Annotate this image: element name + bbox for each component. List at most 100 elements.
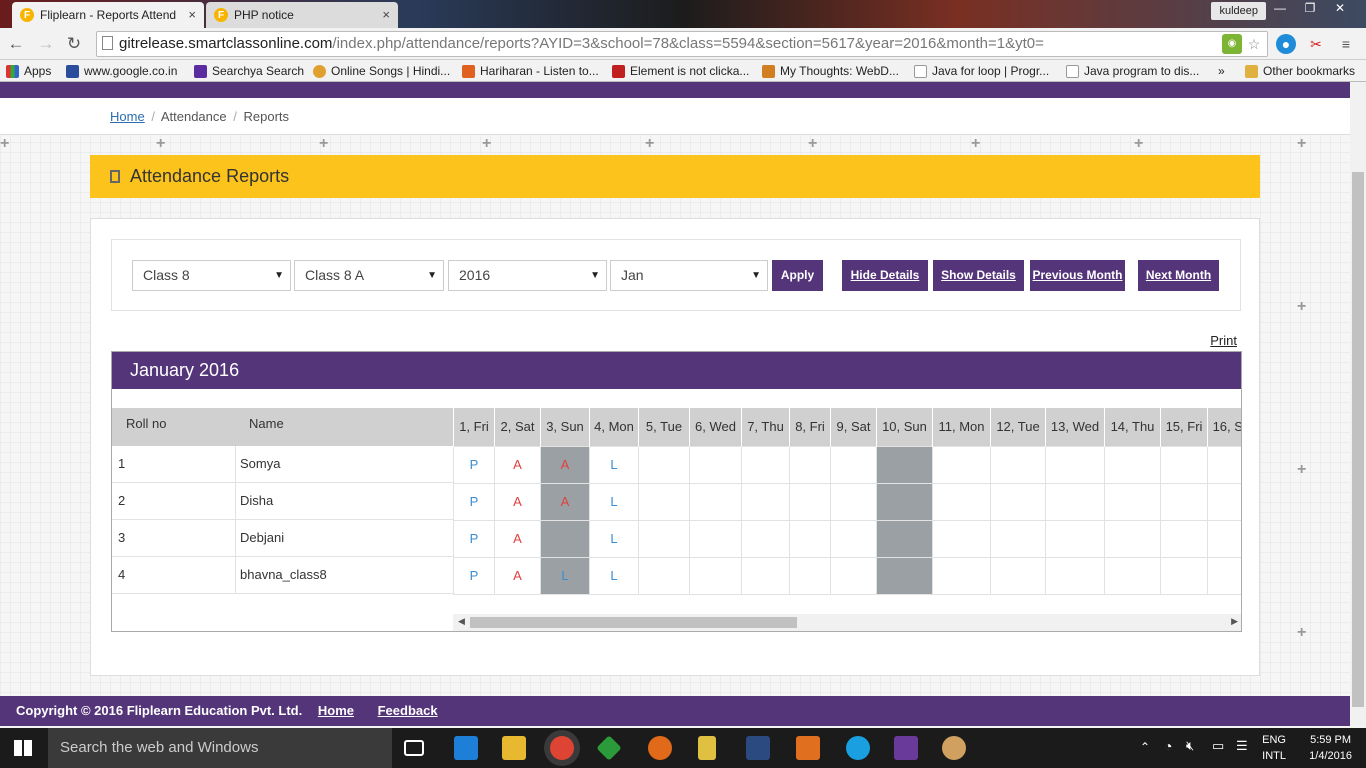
paint-icon[interactable]: [942, 736, 966, 760]
scrollbar-thumb[interactable]: [470, 617, 797, 628]
app-green-icon[interactable]: [596, 735, 622, 761]
bookmark-online-songs[interactable]: Online Songs | Hindi...: [313, 63, 450, 79]
month-select[interactable]: Jan ▼: [610, 260, 768, 291]
battery-icon[interactable]: ▭: [1212, 738, 1224, 754]
attendance-cell: [1207, 445, 1241, 484]
class-select[interactable]: Class 8 ▼: [132, 260, 291, 291]
app-purple-icon[interactable]: [894, 736, 918, 760]
plus-decoration-icon: +: [971, 135, 981, 152]
day-header: 6, Wed: [689, 408, 742, 446]
apply-button[interactable]: Apply: [772, 260, 823, 291]
skype-icon[interactable]: [846, 736, 870, 760]
attendance-cell: [689, 556, 742, 595]
print-link[interactable]: Print: [1210, 333, 1237, 348]
file-explorer-icon[interactable]: [502, 736, 526, 760]
next-month-button[interactable]: Next Month: [1138, 260, 1219, 291]
horizontal-scrollbar[interactable]: ◀ ▶: [453, 614, 1241, 631]
bookmark-java-for-loop[interactable]: Java for loop | Progr...: [914, 63, 1049, 79]
day-header: 9, Sat: [830, 408, 877, 446]
forward-arrow-icon[interactable]: →: [36, 34, 56, 54]
student-name-cell: Disha: [240, 493, 274, 508]
bookmark-hariharan[interactable]: Hariharan - Listen to...: [462, 63, 599, 79]
attendance-cell: A: [494, 445, 541, 484]
bookmark-apps[interactable]: Apps: [6, 63, 51, 79]
top-navigation-bar: [0, 82, 1350, 98]
breadcrumb-home-link[interactable]: Home: [110, 109, 145, 124]
bookmark-star-icon[interactable]: ☆: [1244, 34, 1264, 54]
bookmark-searchya[interactable]: Searchya Search: [194, 63, 304, 79]
attendance-cell: A: [494, 482, 541, 521]
show-details-button[interactable]: Show Details: [933, 260, 1024, 291]
chrome-browser-icon[interactable]: [550, 736, 574, 760]
roll-no-header: Roll no: [126, 416, 167, 431]
windows-start-icon[interactable]: [14, 740, 32, 756]
plus-decoration-icon: +: [156, 135, 166, 152]
bookmark-my-thoughts[interactable]: My Thoughts: WebD...: [762, 63, 899, 79]
close-tab-icon[interactable]: ×: [188, 7, 196, 22]
mysql-workbench-icon[interactable]: [746, 736, 770, 760]
app-yellow-icon[interactable]: [698, 736, 716, 760]
task-view-icon[interactable]: [404, 740, 424, 756]
days-scroll-area[interactable]: 1, Fri 2, Sat 3, Sun 4, Mon 5, Tue 6, Wed 7, T…: [453, 408, 1241, 596]
attendance-cell: [1160, 445, 1208, 484]
minimize-icon[interactable]: —: [1266, 0, 1294, 18]
restore-icon[interactable]: ❐: [1296, 0, 1324, 18]
attendance-cell: [876, 482, 933, 521]
scroll-right-arrow-icon[interactable]: ▶: [1231, 616, 1238, 627]
profile-user-button[interactable]: kuldeep: [1211, 2, 1266, 20]
attendance-cell: L: [589, 482, 639, 521]
footer-home-link[interactable]: Home: [318, 703, 354, 718]
site-icon: [612, 64, 625, 78]
network-icon[interactable]: ◔: [1164, 738, 1172, 754]
bookmark-element-not-clickable[interactable]: Element is not clicka...: [612, 63, 749, 79]
attendance-cell: [1207, 556, 1241, 595]
scrollbar-thumb[interactable]: [1352, 172, 1364, 707]
action-center-icon[interactable]: ☰: [1236, 738, 1248, 754]
close-tab-icon[interactable]: ×: [382, 7, 390, 22]
attendance-cell: P: [453, 445, 495, 484]
site-icon: [462, 64, 475, 78]
firefox-icon[interactable]: [648, 736, 672, 760]
bookmark-google[interactable]: www.google.co.in: [66, 63, 177, 79]
outlook-icon[interactable]: [796, 736, 820, 760]
close-window-icon[interactable]: ✕: [1326, 0, 1354, 18]
attendance-cell: [638, 519, 690, 558]
section-select[interactable]: Class 8 A ▼: [294, 260, 444, 291]
bookmark-other[interactable]: Other bookmarks: [1245, 63, 1355, 79]
edge-browser-icon[interactable]: [454, 736, 478, 760]
url-input[interactable]: gitrelease.smartclassonline.com/index.ph…: [96, 31, 1268, 57]
system-clock[interactable]: 5:59 PM 1/4/2016: [1309, 732, 1352, 764]
volume-muted-icon[interactable]: 🔇︎: [1186, 738, 1194, 754]
year-select[interactable]: 2016 ▼: [448, 260, 607, 291]
back-arrow-icon[interactable]: ←: [6, 34, 26, 54]
copyright-text: Copyright © 2016 Fliplearn Education Pvt…: [16, 703, 303, 718]
address-toolbar: ← → ↻ gitrelease.smartclassonline.com/in…: [0, 28, 1366, 60]
footer-feedback-link[interactable]: Feedback: [378, 703, 438, 718]
attendance-cell: [689, 519, 742, 558]
extension-red-icon[interactable]: ✂: [1306, 34, 1326, 54]
input-language-indicator[interactable]: ENG INTL: [1262, 732, 1286, 764]
reload-icon[interactable]: ↻: [64, 34, 84, 54]
extension-icon[interactable]: ◉: [1222, 34, 1242, 54]
attendance-cell: [932, 519, 991, 558]
tab-php-notice[interactable]: F PHP notice ×: [206, 2, 398, 28]
scroll-left-arrow-icon[interactable]: ◀: [458, 616, 465, 627]
hide-details-button[interactable]: Hide Details: [842, 260, 928, 291]
extension-blue-icon[interactable]: ●: [1276, 34, 1296, 54]
bookmark-java-program[interactable]: Java program to dis...: [1066, 63, 1199, 79]
taskbar-search-box[interactable]: Search the web and Windows: [48, 728, 392, 768]
show-hidden-icons-icon[interactable]: ⌃: [1140, 740, 1150, 754]
table-row: PAAL: [453, 482, 1241, 521]
name-header: Name: [249, 416, 284, 431]
dropdown-arrow-icon: ▼: [274, 270, 284, 281]
day-header: 7, Thu: [741, 408, 790, 446]
attendance-cell: L: [540, 556, 590, 595]
previous-month-button[interactable]: Previous Month: [1030, 260, 1125, 291]
bookmarks-overflow-chevron[interactable]: »: [1218, 63, 1225, 79]
day-header: 5, Tue: [638, 408, 690, 446]
attendance-cell: [638, 445, 690, 484]
fliplearn-favicon-icon: F: [20, 8, 34, 22]
menu-icon[interactable]: ≡: [1336, 34, 1356, 54]
tab-fliplearn-reports[interactable]: F Fliplearn - Reports Attend ×: [12, 2, 204, 28]
page-vertical-scrollbar[interactable]: [1350, 82, 1366, 726]
